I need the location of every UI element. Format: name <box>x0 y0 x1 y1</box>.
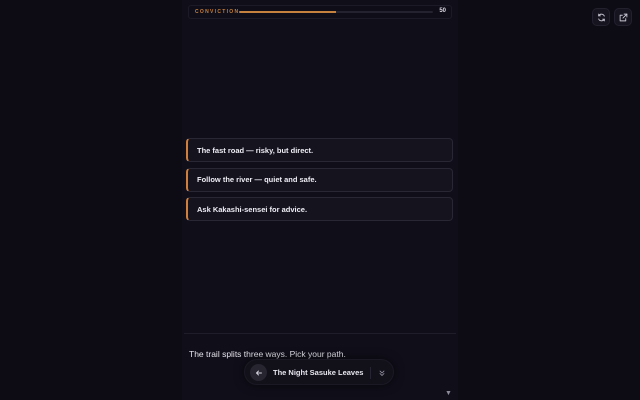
narration-text: The trail splits three ways. Pick your p… <box>189 349 346 359</box>
story-bar-separator <box>370 367 371 379</box>
open-external-button[interactable] <box>614 8 632 26</box>
story-title: The Night Sasuke Leaves <box>273 368 364 377</box>
back-button[interactable] <box>250 364 267 381</box>
choice-ask-kakashi[interactable]: Ask Kakashi-sensei for advice. <box>186 197 453 221</box>
choice-fast-road[interactable]: The fast road — risky, but direct. <box>186 138 453 162</box>
conviction-value: 50 <box>439 8 446 14</box>
external-link-icon <box>619 13 627 21</box>
conviction-track <box>239 11 433 13</box>
story-title-bar: The Night Sasuke Leaves <box>244 359 394 385</box>
scroll-down-indicator[interactable]: ▼ <box>445 390 452 397</box>
conviction-label: CONVICTION <box>195 9 240 15</box>
choice-list: The fast road — risky, but direct. Follo… <box>186 138 453 227</box>
refresh-icon <box>597 13 605 21</box>
conviction-meter: CONVICTION 50 <box>188 5 452 19</box>
arrow-left-icon <box>255 370 262 375</box>
choice-follow-river[interactable]: Follow the river — quiet and safe. <box>186 167 453 192</box>
chevrons-down-icon <box>379 370 384 376</box>
narration-divider <box>184 333 456 334</box>
refresh-button[interactable] <box>592 8 610 26</box>
collapse-button[interactable] <box>373 364 390 381</box>
conviction-fill <box>239 11 336 13</box>
